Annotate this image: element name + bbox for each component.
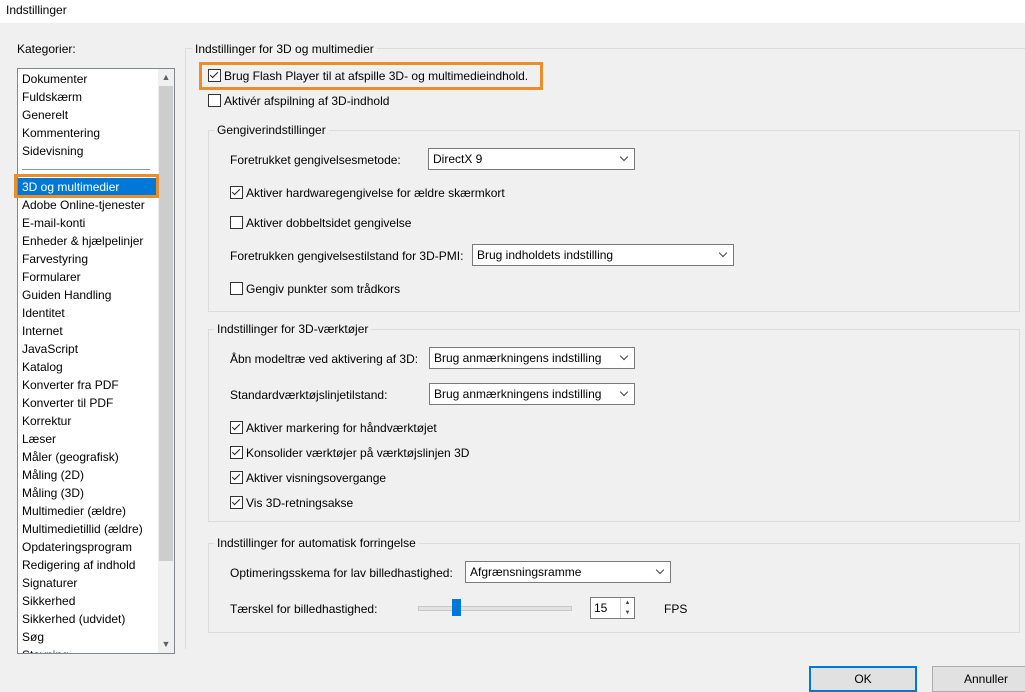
category-item[interactable]: Kommentering <box>22 124 100 142</box>
categories-scrollbar[interactable]: ▲ ▼ <box>158 69 174 653</box>
category-item[interactable]: Konverter til PDF <box>22 394 113 412</box>
model-tree-value: Brug anmærkningens indstilling <box>434 351 602 365</box>
chevron-down-icon <box>616 348 634 368</box>
category-item[interactable]: Måling (3D) <box>22 484 84 502</box>
category-item[interactable]: Formularer <box>22 268 81 286</box>
optimization-scheme-value: Afgrænsningsramme <box>470 565 582 579</box>
title-bar: Indstillinger <box>0 0 1025 23</box>
pmi-mode-label: Foretrukken gengivelsestilstand for 3D-P… <box>230 249 464 263</box>
render-method-label: Foretrukket gengivelsesmetode: <box>230 153 401 167</box>
chevron-down-icon <box>652 562 670 582</box>
framerate-slider-thumb[interactable] <box>452 599 461 616</box>
spin-up-icon[interactable]: ▲ <box>620 598 634 608</box>
category-item[interactable]: Fuldskærm <box>22 88 82 106</box>
cancel-button[interactable]: Annuller <box>932 666 1025 692</box>
spin-down-icon[interactable]: ▼ <box>620 608 634 618</box>
category-item[interactable]: Dokumenter <box>22 70 87 88</box>
pmi-mode-value: Brug indholdets indstilling <box>477 248 614 262</box>
scroll-thumb[interactable] <box>159 86 173 561</box>
framerate-threshold-label: Tærskel for billedhastighed: <box>230 602 378 616</box>
category-item[interactable]: Søg <box>22 628 44 646</box>
category-item[interactable]: Multimedietillid (ældre) <box>22 520 143 538</box>
category-item[interactable]: Korrektur <box>22 412 71 430</box>
category-item[interactable]: Sikkerhed (udvidet) <box>22 610 125 628</box>
consolidate-tools-checkbox[interactable] <box>230 446 243 459</box>
degradation-group <box>208 543 1020 633</box>
view-transitions-label: Aktiver visningsovergange <box>246 471 387 485</box>
model-tree-label: Åbn modeltræ ved aktivering af 3D: <box>230 352 419 366</box>
enable-3d-label: Aktivér afspilning af 3D-indhold <box>224 94 390 108</box>
category-item[interactable]: Måling (2D) <box>22 466 84 484</box>
hw-render-label: Aktiver hardwaregengivelse for ældre skæ… <box>246 186 505 200</box>
section-title: Indstillinger for 3D og multimedier <box>192 42 377 56</box>
double-sided-checkbox[interactable] <box>230 216 243 229</box>
category-item[interactable]: Enheder & hjælpelinjer <box>22 232 143 250</box>
points-crosshair-label: Gengiv punkter som trådkors <box>246 282 401 296</box>
double-sided-label: Aktiver dobbeltsidet gengivelse <box>246 216 412 230</box>
window-title: Indstillinger <box>6 3 67 17</box>
view-transitions-checkbox[interactable] <box>230 471 243 484</box>
optimization-scheme-select[interactable]: Afgrænsningsramme <box>465 561 671 583</box>
render-method-value: DirectX 9 <box>433 152 483 166</box>
category-item[interactable]: Generelt <box>22 106 68 124</box>
scroll-up-icon[interactable]: ▲ <box>158 69 174 86</box>
fps-unit-label: FPS <box>664 602 688 616</box>
category-item[interactable]: Sidevisning <box>22 142 83 160</box>
toolbar-state-value: Brug anmærkningens indstilling <box>434 387 602 401</box>
framerate-slider-track[interactable] <box>418 606 572 611</box>
category-item[interactable]: Sikkerhed <box>22 592 75 610</box>
category-item[interactable]: Måler (geografisk) <box>22 448 119 466</box>
toolbar-state-select[interactable]: Brug anmærkningens indstilling <box>429 383 635 405</box>
hand-tool-checkbox[interactable] <box>230 421 243 434</box>
degradation-group-title: Indstillinger for automatisk forringelse <box>214 536 419 550</box>
chevron-down-icon <box>616 384 634 404</box>
category-item[interactable]: Signaturer <box>22 574 77 592</box>
model-tree-select[interactable]: Brug anmærkningens indstilling <box>429 347 635 369</box>
framerate-value: 15 <box>594 601 608 615</box>
category-item[interactable]: JavaScript <box>22 340 78 358</box>
category-item[interactable]: Redigering af indhold <box>22 556 135 574</box>
renderer-group-title: Gengiverindstillinger <box>214 123 329 137</box>
hw-render-checkbox[interactable] <box>230 186 243 199</box>
pmi-mode-select[interactable]: Brug indholdets indstilling <box>472 244 734 266</box>
category-item[interactable]: Konverter fra PDF <box>22 376 119 394</box>
chevron-down-icon <box>715 245 733 265</box>
category-item[interactable]: E-mail-konti <box>22 214 85 232</box>
framerate-spinbox[interactable]: 15 ▲ ▼ <box>590 597 635 619</box>
tools-group-title: Indstillinger for 3D-værktøjer <box>214 322 372 336</box>
consolidate-tools-label: Konsolider værktøjer på værktøjslinjen 3… <box>246 446 470 460</box>
orientation-axis-label: Vis 3D-retningsakse <box>246 496 354 510</box>
category-item[interactable]: Guiden Handling <box>22 286 111 304</box>
enable-3d-checkbox[interactable] <box>208 94 221 107</box>
category-item[interactable]: Adobe Online-tjenester <box>22 196 145 214</box>
points-crosshair-checkbox[interactable] <box>230 282 243 295</box>
chevron-down-icon <box>616 149 634 169</box>
category-item[interactable]: Internet <box>22 322 63 340</box>
render-method-select[interactable]: DirectX 9 <box>428 148 635 170</box>
category-separator <box>22 169 150 170</box>
flash-player-highlight <box>199 62 543 90</box>
ok-button[interactable]: OK <box>809 666 917 692</box>
categories-label: Kategorier: <box>17 42 76 56</box>
scroll-down-icon[interactable]: ▼ <box>158 636 174 653</box>
category-item[interactable]: Stavning <box>22 646 69 653</box>
categories-list[interactable]: Dokumenter Fuldskærm Generelt Kommenteri… <box>17 68 175 654</box>
orientation-axis-checkbox[interactable] <box>230 496 243 509</box>
category-item[interactable]: Farvestyring <box>22 250 88 268</box>
selected-category-highlight <box>14 174 159 198</box>
category-item[interactable]: Multimedier (ældre) <box>22 502 126 520</box>
hand-tool-label: Aktiver markering for håndværktøjet <box>246 421 437 435</box>
category-item[interactable]: Læser <box>22 430 56 448</box>
category-item[interactable]: Identitet <box>22 304 65 322</box>
category-item[interactable]: Opdateringsprogram <box>22 538 132 556</box>
toolbar-state-label: Standardværktøjslinjetilstand: <box>230 388 388 402</box>
category-item[interactable]: Katalog <box>22 358 63 376</box>
optimization-scheme-label: Optimeringsskema for lav billedhastighed… <box>230 566 453 580</box>
